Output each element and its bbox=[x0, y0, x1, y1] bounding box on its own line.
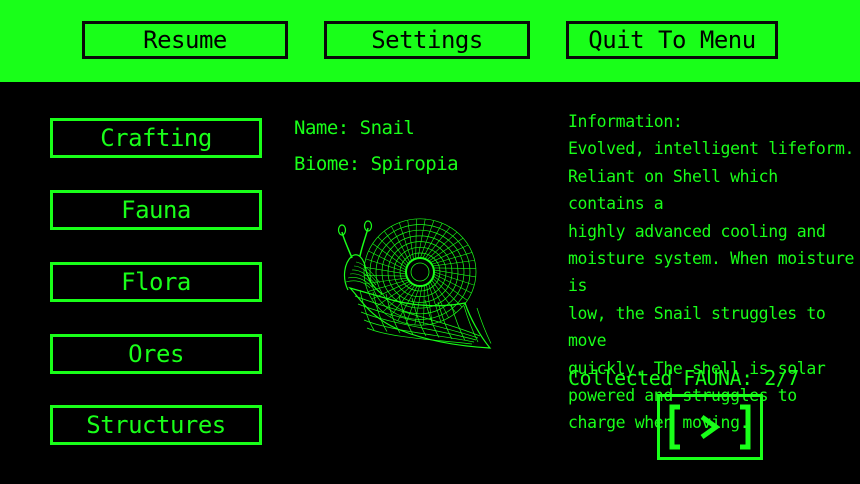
information-heading: Information: bbox=[568, 112, 683, 131]
quit-to-menu-button[interactable]: Quit To Menu bbox=[566, 21, 778, 59]
category-crafting-button[interactable]: Crafting bbox=[50, 118, 262, 158]
resume-button[interactable]: Resume bbox=[82, 21, 288, 59]
information-line: moisture system. When moisture is bbox=[568, 249, 855, 296]
entry-name: Name: Snail bbox=[294, 117, 415, 139]
category-fauna-button[interactable]: Fauna bbox=[50, 190, 262, 230]
information-line: Evolved, intelligent lifeform. bbox=[568, 139, 855, 159]
top-menu-bar: Resume Settings Quit To Menu bbox=[0, 0, 860, 82]
entry-biome: Biome: Spiropia bbox=[294, 153, 459, 175]
category-ores-button[interactable]: Ores bbox=[50, 334, 262, 374]
category-structures-button[interactable]: Structures bbox=[50, 405, 262, 445]
information-line: Reliant on Shell which contains a bbox=[568, 166, 778, 214]
settings-button[interactable]: Settings bbox=[324, 21, 530, 59]
category-flora-button[interactable]: Flora bbox=[50, 262, 262, 302]
information-line: highly advanced cooling and bbox=[568, 221, 826, 241]
next-arrow-icon bbox=[669, 404, 751, 450]
snail-wireframe-icon bbox=[330, 218, 496, 352]
information-line: low, the Snail struggles to move bbox=[568, 303, 826, 351]
next-entry-button[interactable] bbox=[657, 394, 763, 460]
collected-counter: Collected FAUNA: 2/7 bbox=[568, 366, 799, 390]
